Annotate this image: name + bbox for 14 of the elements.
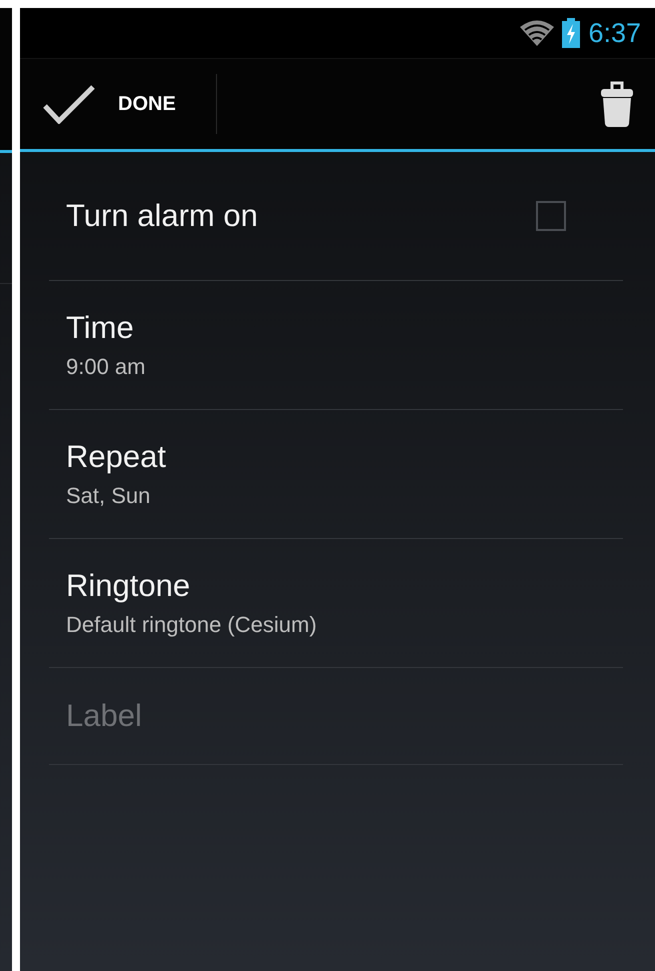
setting-summary: Default ringtone (Cesium) xyxy=(66,612,318,638)
clock-time: 6:37 xyxy=(588,18,641,48)
setting-title[interactable]: Time xyxy=(66,310,606,346)
label-field[interactable]: Label xyxy=(66,698,606,734)
checkbox[interactable] xyxy=(536,201,566,231)
checkmark-icon xyxy=(42,84,96,124)
setting-title[interactable]: Ringtone xyxy=(66,568,606,604)
setting-summary: Sat, Sun xyxy=(66,483,152,509)
setting-summary: 9:00 am xyxy=(66,354,146,380)
setting-title[interactable]: Turn alarm on xyxy=(66,198,258,234)
battery-charging-icon xyxy=(562,18,580,48)
trash-icon xyxy=(601,81,633,127)
wifi-icon xyxy=(520,20,554,46)
setting-title[interactable]: Repeat xyxy=(66,439,606,475)
